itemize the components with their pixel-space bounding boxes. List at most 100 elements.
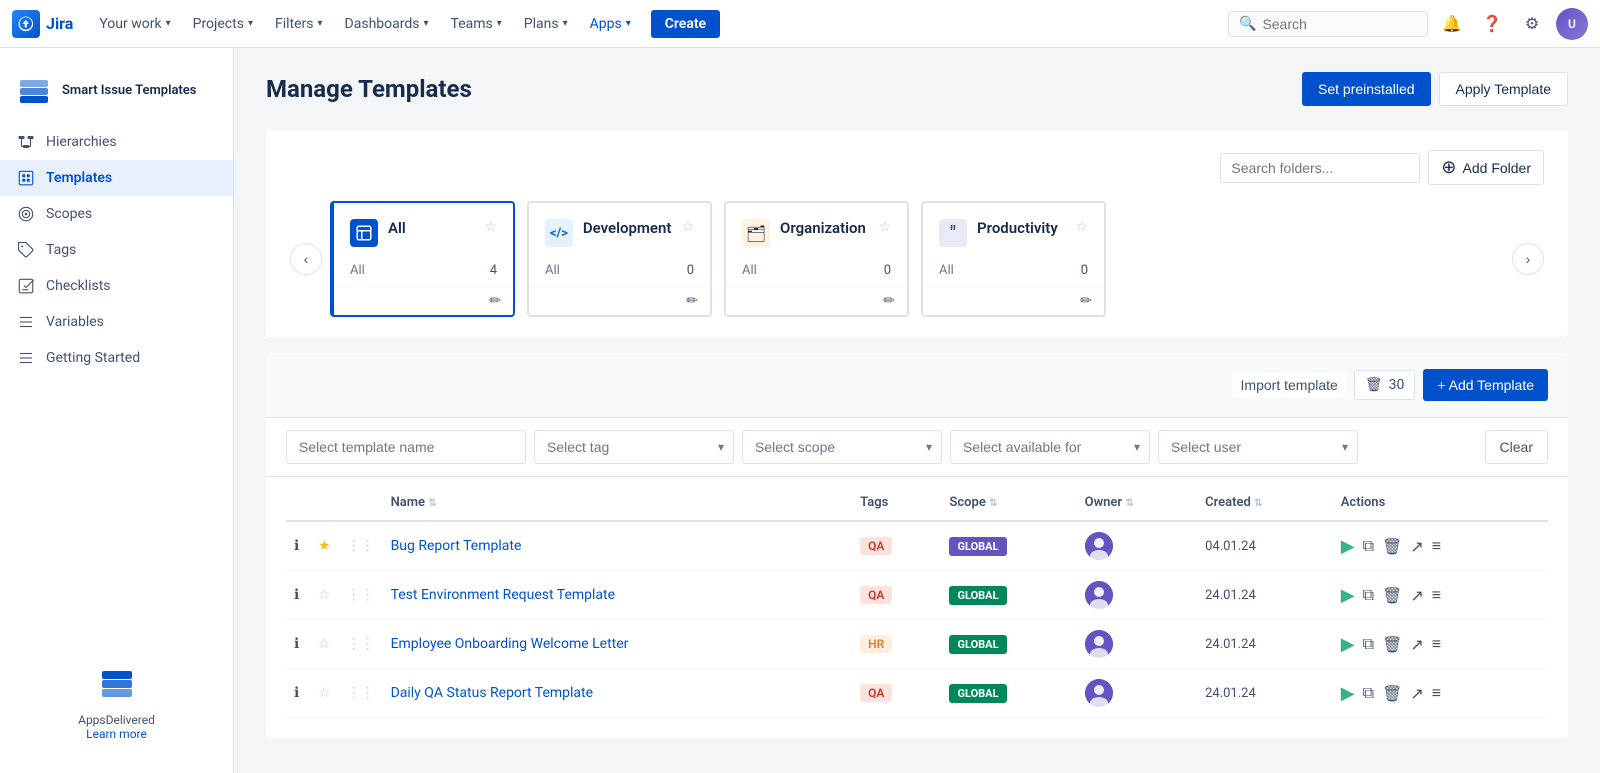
- col-scope[interactable]: Scope ⇅: [941, 485, 1076, 521]
- folder-count-label: All: [350, 263, 365, 278]
- menu-icon[interactable]: ≡: [1432, 634, 1441, 654]
- avatar[interactable]: U: [1556, 8, 1588, 40]
- search-folders-input[interactable]: [1220, 153, 1420, 183]
- folder-card-top: All ☆: [334, 203, 513, 263]
- search-box[interactable]: 🔍: [1228, 11, 1428, 37]
- settings-button[interactable]: ⚙: [1516, 8, 1548, 40]
- star-toggle-icon[interactable]: ☆: [318, 685, 331, 701]
- nav-item-apps[interactable]: Apps ▾: [580, 10, 641, 38]
- star-toggle-icon[interactable]: ☆: [318, 587, 331, 603]
- delete-icon[interactable]: 🗑: [1382, 586, 1402, 605]
- edit-icon[interactable]: ✏: [686, 293, 698, 309]
- run-icon[interactable]: ▶: [1341, 683, 1355, 704]
- action-icons: ▶ ⧉ 🗑 ↗ ≡: [1341, 585, 1540, 606]
- star-icon[interactable]: ☆: [878, 219, 891, 235]
- drag-icon: ⋮⋮: [347, 538, 375, 554]
- edit-icon[interactable]: ✏: [883, 293, 895, 309]
- folder-icon: ": [939, 219, 967, 247]
- sidebar-item-tags[interactable]: Tags: [0, 232, 233, 268]
- col-name[interactable]: Name ⇅: [383, 485, 853, 521]
- info-icon[interactable]: ℹ: [294, 636, 299, 652]
- filter-user-select[interactable]: Select user: [1158, 430, 1358, 464]
- folder-count: 0: [1081, 263, 1088, 278]
- bulk-delete-button[interactable]: 🗑 30: [1354, 370, 1416, 400]
- delete-icon[interactable]: 🗑: [1382, 635, 1402, 654]
- nav-logo[interactable]: Jira: [12, 10, 73, 38]
- import-template-button[interactable]: Import template: [1233, 373, 1346, 397]
- star-toggle-icon[interactable]: ★: [318, 538, 331, 554]
- star-icon[interactable]: ☆: [1075, 219, 1088, 235]
- checklists-icon: [16, 276, 36, 296]
- sidebar-item-scopes[interactable]: Scopes: [0, 196, 233, 232]
- nav-item-yourwork[interactable]: Your work ▾: [89, 10, 180, 38]
- help-button[interactable]: ❓: [1476, 8, 1508, 40]
- chevron-down-icon: ▾: [166, 18, 171, 29]
- sidebar-item-hierarchies[interactable]: Hierarchies: [0, 124, 233, 160]
- filter-available-select[interactable]: Select available for: [950, 430, 1150, 464]
- folder-card-organization[interactable]: 🗂 Organization ☆ All 0 ✏: [724, 201, 909, 317]
- notifications-button[interactable]: 🔔: [1436, 8, 1468, 40]
- nav-item-filters[interactable]: Filters ▾: [265, 10, 333, 38]
- info-icon[interactable]: ℹ: [294, 587, 299, 603]
- copy-icon[interactable]: ⧉: [1363, 634, 1374, 654]
- menu-icon[interactable]: ≡: [1432, 536, 1441, 556]
- folder-card-all[interactable]: All ☆ All 4 ✏: [330, 201, 515, 317]
- folder-carousel: ‹ All ☆ All 4: [290, 201, 1544, 317]
- sidebar-item-getting-started[interactable]: Getting Started: [0, 340, 233, 376]
- nav-item-dashboards[interactable]: Dashboards ▾: [335, 10, 439, 38]
- delete-icon[interactable]: 🗑: [1382, 684, 1402, 703]
- row-drag-cell: ⋮⋮: [339, 571, 383, 620]
- set-preinstalled-button[interactable]: Set preinstalled: [1302, 72, 1431, 106]
- star-toggle-icon[interactable]: ☆: [318, 636, 331, 652]
- star-icon[interactable]: ☆: [681, 219, 694, 235]
- clear-filters-button[interactable]: Clear: [1485, 430, 1548, 464]
- add-folder-button[interactable]: ⊕ Add Folder: [1428, 150, 1544, 185]
- run-icon[interactable]: ▶: [1341, 536, 1355, 557]
- share-icon[interactable]: ↗: [1410, 537, 1423, 556]
- apply-template-button[interactable]: Apply Template: [1439, 72, 1568, 106]
- filter-name-input[interactable]: [286, 430, 526, 464]
- nav-item-plans[interactable]: Plans ▾: [514, 10, 578, 38]
- folder-count-label: All: [939, 263, 954, 278]
- learn-more-link[interactable]: Learn more: [16, 727, 217, 741]
- col-created[interactable]: Created ⇅: [1197, 485, 1333, 521]
- nav-item-teams[interactable]: Teams ▾: [441, 10, 512, 38]
- share-icon[interactable]: ↗: [1410, 635, 1423, 654]
- share-icon[interactable]: ↗: [1410, 684, 1423, 703]
- template-name-link[interactable]: Daily QA Status Report Template: [391, 685, 593, 701]
- search-input[interactable]: [1262, 16, 1417, 32]
- delete-icon[interactable]: 🗑: [1382, 537, 1402, 556]
- add-template-button[interactable]: + Add Template: [1423, 369, 1548, 401]
- edit-icon[interactable]: ✏: [1080, 293, 1092, 309]
- star-icon[interactable]: ☆: [484, 219, 497, 235]
- owner-avatar: [1085, 630, 1113, 658]
- row-star-cell: ☆: [310, 571, 339, 620]
- carousel-prev-button[interactable]: ‹: [290, 243, 322, 275]
- filter-tag-select[interactable]: Select tag: [534, 430, 734, 464]
- col-owner[interactable]: Owner ⇅: [1077, 485, 1197, 521]
- drag-icon: ⋮⋮: [347, 636, 375, 652]
- nav-item-projects[interactable]: Projects ▾: [183, 10, 263, 38]
- folder-card-development[interactable]: </> Development ☆ All 0 ✏: [527, 201, 712, 317]
- sidebar-item-templates[interactable]: Templates: [0, 160, 233, 196]
- template-name-link[interactable]: Bug Report Template: [391, 538, 522, 554]
- edit-icon[interactable]: ✏: [489, 293, 501, 309]
- sidebar-item-variables[interactable]: Variables: [0, 304, 233, 340]
- info-icon[interactable]: ℹ: [294, 685, 299, 701]
- copy-icon[interactable]: ⧉: [1363, 585, 1374, 605]
- info-icon[interactable]: ℹ: [294, 538, 299, 554]
- sidebar-item-checklists[interactable]: Checklists: [0, 268, 233, 304]
- template-name-link[interactable]: Test Environment Request Template: [391, 587, 615, 603]
- menu-icon[interactable]: ≡: [1432, 585, 1441, 605]
- filter-scope-select[interactable]: Select scope: [742, 430, 942, 464]
- folder-card-productivity[interactable]: " Productivity ☆ All 0 ✏: [921, 201, 1106, 317]
- copy-icon[interactable]: ⧉: [1363, 683, 1374, 703]
- create-button[interactable]: Create: [651, 10, 720, 38]
- menu-icon[interactable]: ≡: [1432, 683, 1441, 703]
- run-icon[interactable]: ▶: [1341, 585, 1355, 606]
- run-icon[interactable]: ▶: [1341, 634, 1355, 655]
- share-icon[interactable]: ↗: [1410, 586, 1423, 605]
- carousel-next-button[interactable]: ›: [1512, 243, 1544, 275]
- template-name-link[interactable]: Employee Onboarding Welcome Letter: [391, 636, 629, 652]
- copy-icon[interactable]: ⧉: [1363, 536, 1374, 556]
